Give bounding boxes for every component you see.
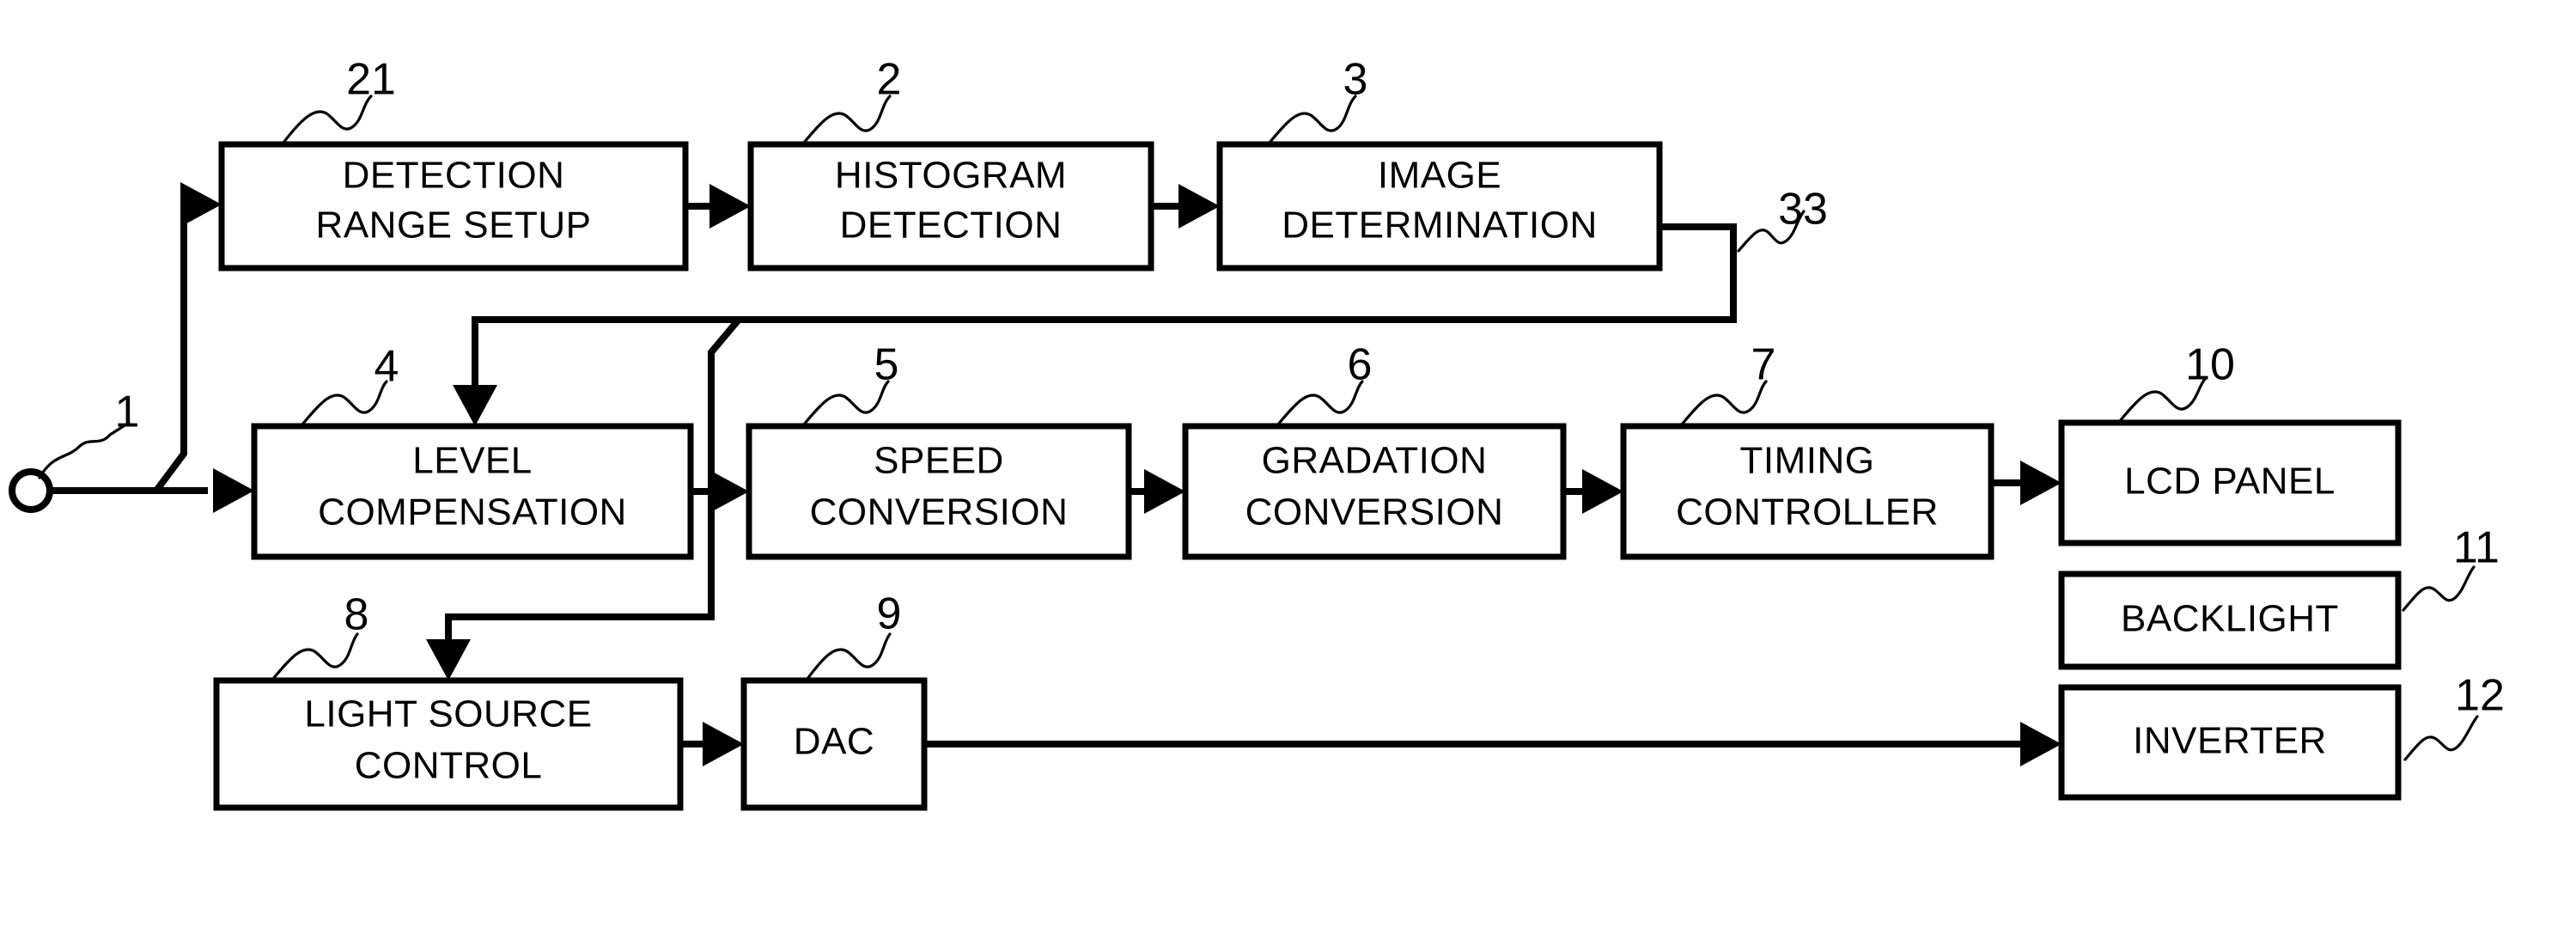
block-image-determination[interactable]: IMAGE DETERMINATION	[1216, 141, 1663, 272]
block-gradation-conversion-label-line2: CONVERSION	[1245, 491, 1504, 534]
ref-numeral-9: 9	[877, 589, 902, 639]
arrowhead-into-level-compensation-feedback	[453, 385, 497, 426]
leader-ref-11	[2402, 565, 2476, 612]
figure-canvas: DETECTION RANGE SETUP HISTOGRAM DETECTIO…	[0, 0, 2576, 952]
block-lcd-panel-label: LCD PANEL	[2124, 461, 2335, 503]
block-level-compensation[interactable]: LEVEL COMPENSATION	[251, 423, 694, 560]
ref-numeral-4: 4	[375, 342, 399, 392]
block-backlight-label: BACKLIGHT	[2121, 598, 2339, 640]
leader-ref-8	[271, 632, 359, 680]
block-light-source-control-label-line1: LIGHT SOURCE	[304, 693, 592, 735]
ref-numeral-1: 1	[115, 388, 140, 437]
ref-numeral-3: 3	[1343, 55, 1368, 105]
arrowhead-into-inverter	[2020, 722, 2061, 766]
block-light-source-control[interactable]: LIGHT SOURCE CONTROL	[213, 677, 684, 811]
block-inverter-label: INVERTER	[2133, 720, 2327, 762]
block-histogram-detection-label-line1: HISTOGRAM	[835, 155, 1067, 197]
block-gradation-conversion-label-line1: GRADATION	[1262, 440, 1488, 482]
ref-numeral-21: 21	[346, 55, 396, 105]
block-gradation-conversion[interactable]: GRADATION CONVERSION	[1182, 423, 1567, 560]
block-lcd-panel[interactable]: LCD PANEL	[2058, 419, 2402, 546]
ref-numeral-5: 5	[874, 340, 899, 390]
block-timing-controller-label-line2: CONTROLLER	[1676, 491, 1939, 534]
block-timing-controller[interactable]: TIMING CONTROLLER	[1620, 423, 1994, 560]
block-speed-conversion[interactable]: SPEED CONVERSION	[746, 423, 1132, 560]
leader-ref-9	[806, 632, 892, 680]
ref-numeral-11: 11	[2453, 523, 2500, 573]
arrowhead-into-image-determination	[1178, 184, 1220, 229]
block-speed-conversion-label-line1: SPEED	[874, 440, 1004, 482]
wire-level-branch-top-jog	[708, 317, 742, 355]
block-image-determination-label-line2: DETERMINATION	[1282, 204, 1597, 247]
block-layer: DETECTION RANGE SETUP HISTOGRAM DETECTIO…	[213, 141, 2402, 811]
arrowhead-into-histogram-detection	[709, 184, 751, 229]
block-dac-label: DAC	[794, 721, 874, 763]
block-histogram-detection-label-line2: DETECTION	[840, 204, 1063, 247]
ref-numeral-33: 33	[1778, 185, 1828, 235]
ref-numeral-12: 12	[2455, 671, 2505, 721]
block-speed-conversion-label-line2: CONVERSION	[810, 491, 1069, 534]
ref-numeral-10: 10	[2185, 340, 2235, 390]
block-level-compensation-label-line1: LEVEL	[412, 440, 532, 482]
wire-input-branch-jog	[153, 201, 208, 493]
arrowhead-into-timing-controller	[1582, 469, 1623, 514]
block-diagram-svg: DETECTION RANGE SETUP HISTOGRAM DETECTIO…	[9, 55, 2505, 811]
ref-numeral-7: 7	[1751, 340, 1776, 390]
block-dac[interactable]: DAC	[740, 677, 928, 811]
arrowhead-into-gradation-conversion	[1144, 469, 1185, 514]
block-detection-range-setup[interactable]: DETECTION RANGE SETUP	[218, 141, 689, 272]
block-timing-controller-label-line1: TIMING	[1740, 440, 1875, 482]
block-detection-range-setup-label-line2: RANGE SETUP	[316, 204, 592, 247]
arrowhead-into-lcd-panel	[2020, 461, 2061, 505]
ref-numeral-8: 8	[344, 590, 369, 640]
block-level-compensation-label-line2: COMPENSATION	[318, 491, 627, 534]
arrowhead-into-light-source-control	[426, 639, 471, 680]
ref-numeral-6: 6	[1348, 340, 1373, 390]
block-inverter[interactable]: INVERTER	[2058, 684, 2402, 801]
arrowhead-into-level-compensation-input	[213, 468, 254, 513]
block-detection-range-setup-label-line1: DETECTION	[343, 155, 565, 197]
ref-numeral-2: 2	[877, 55, 902, 105]
block-image-determination-label-line1: IMAGE	[1378, 155, 1501, 197]
signal-input-terminal-circle[interactable]	[9, 468, 53, 513]
arrowhead-into-detection-range-setup	[180, 182, 222, 227]
signal-input-terminal[interactable]	[9, 468, 53, 513]
block-histogram-detection[interactable]: HISTOGRAM DETECTION	[747, 141, 1154, 272]
block-light-source-control-label-line2: CONTROL	[355, 745, 543, 787]
arrowhead-into-dac	[703, 722, 744, 766]
block-backlight[interactable]: BACKLIGHT	[2058, 571, 2402, 670]
leader-ref-12	[2403, 715, 2479, 761]
